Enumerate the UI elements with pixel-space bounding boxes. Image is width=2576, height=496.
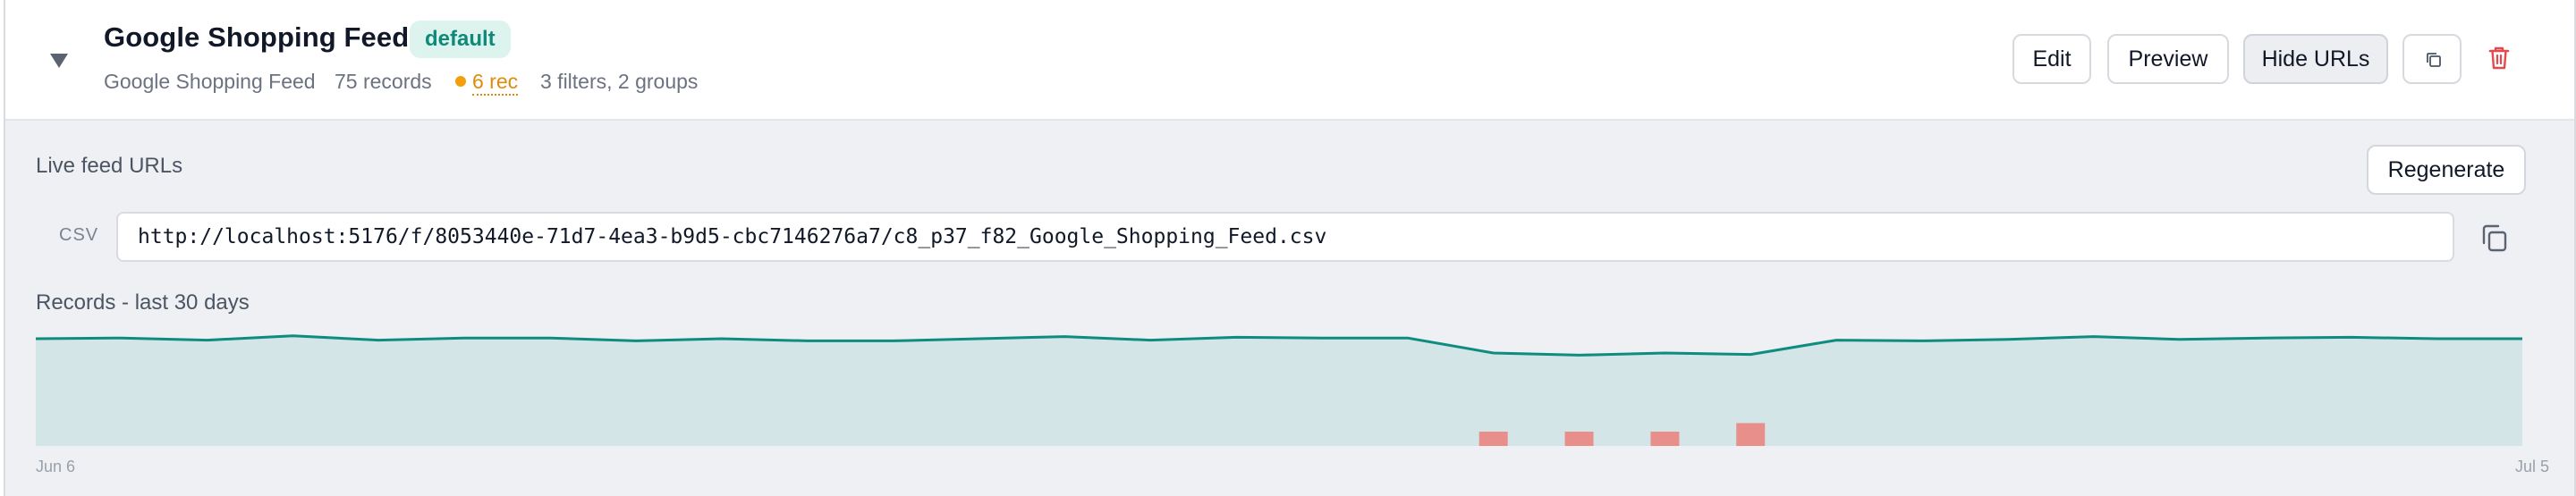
feed-source: Google Shopping Feed (104, 70, 316, 93)
record-count: 75 records (335, 70, 432, 93)
chart-bar (1564, 432, 1594, 446)
preview-button[interactable]: Preview (2107, 34, 2229, 84)
feed-url-field[interactable]: http://localhost:5176/f/8053440e-71d7-4e… (116, 212, 2454, 262)
duplicate-icon (2427, 53, 2441, 67)
live-feed-urls-label: Live feed URLs (36, 154, 183, 178)
recommendations-label: 6 rec (472, 70, 519, 96)
duplicate-button[interactable] (2402, 34, 2462, 84)
chart-bar (1736, 423, 1766, 446)
trash-icon (2488, 46, 2510, 70)
regenerate-button[interactable]: Regenerate (2367, 145, 2526, 195)
copy-icon (2482, 224, 2507, 252)
recommendations-link[interactable]: 6 rec (455, 70, 519, 96)
records-chart-label: Records - last 30 days (36, 290, 250, 315)
collapse-triangle-icon[interactable] (43, 45, 75, 75)
feed-title: Google Shopping Feed (104, 21, 410, 53)
chart-bar (1650, 432, 1680, 446)
warning-dot-icon (455, 76, 466, 87)
urls-panel: Live feed URLs Regenerate CSV http://loc… (5, 121, 2574, 496)
x-tick-start: Jun 6 (36, 458, 76, 475)
delete-button[interactable] (2483, 41, 2515, 75)
x-tick-end: Jul 5 (2514, 458, 2549, 475)
copy-url-button[interactable] (2479, 223, 2510, 255)
default-badge: default (410, 21, 511, 58)
feed-header: Google Shopping Feed default Google Shop… (5, 0, 2574, 121)
chart-bar (1479, 432, 1508, 446)
feed-card: Google Shopping Feed default Google Shop… (4, 0, 2576, 496)
edit-button[interactable]: Edit (2012, 34, 2091, 84)
records-area (36, 335, 2522, 446)
hide-urls-button[interactable]: Hide URLs (2243, 34, 2388, 84)
filters-summary: 3 filters, 2 groups (540, 70, 699, 93)
format-label: CSV (59, 225, 99, 245)
records-chart (36, 334, 2522, 446)
